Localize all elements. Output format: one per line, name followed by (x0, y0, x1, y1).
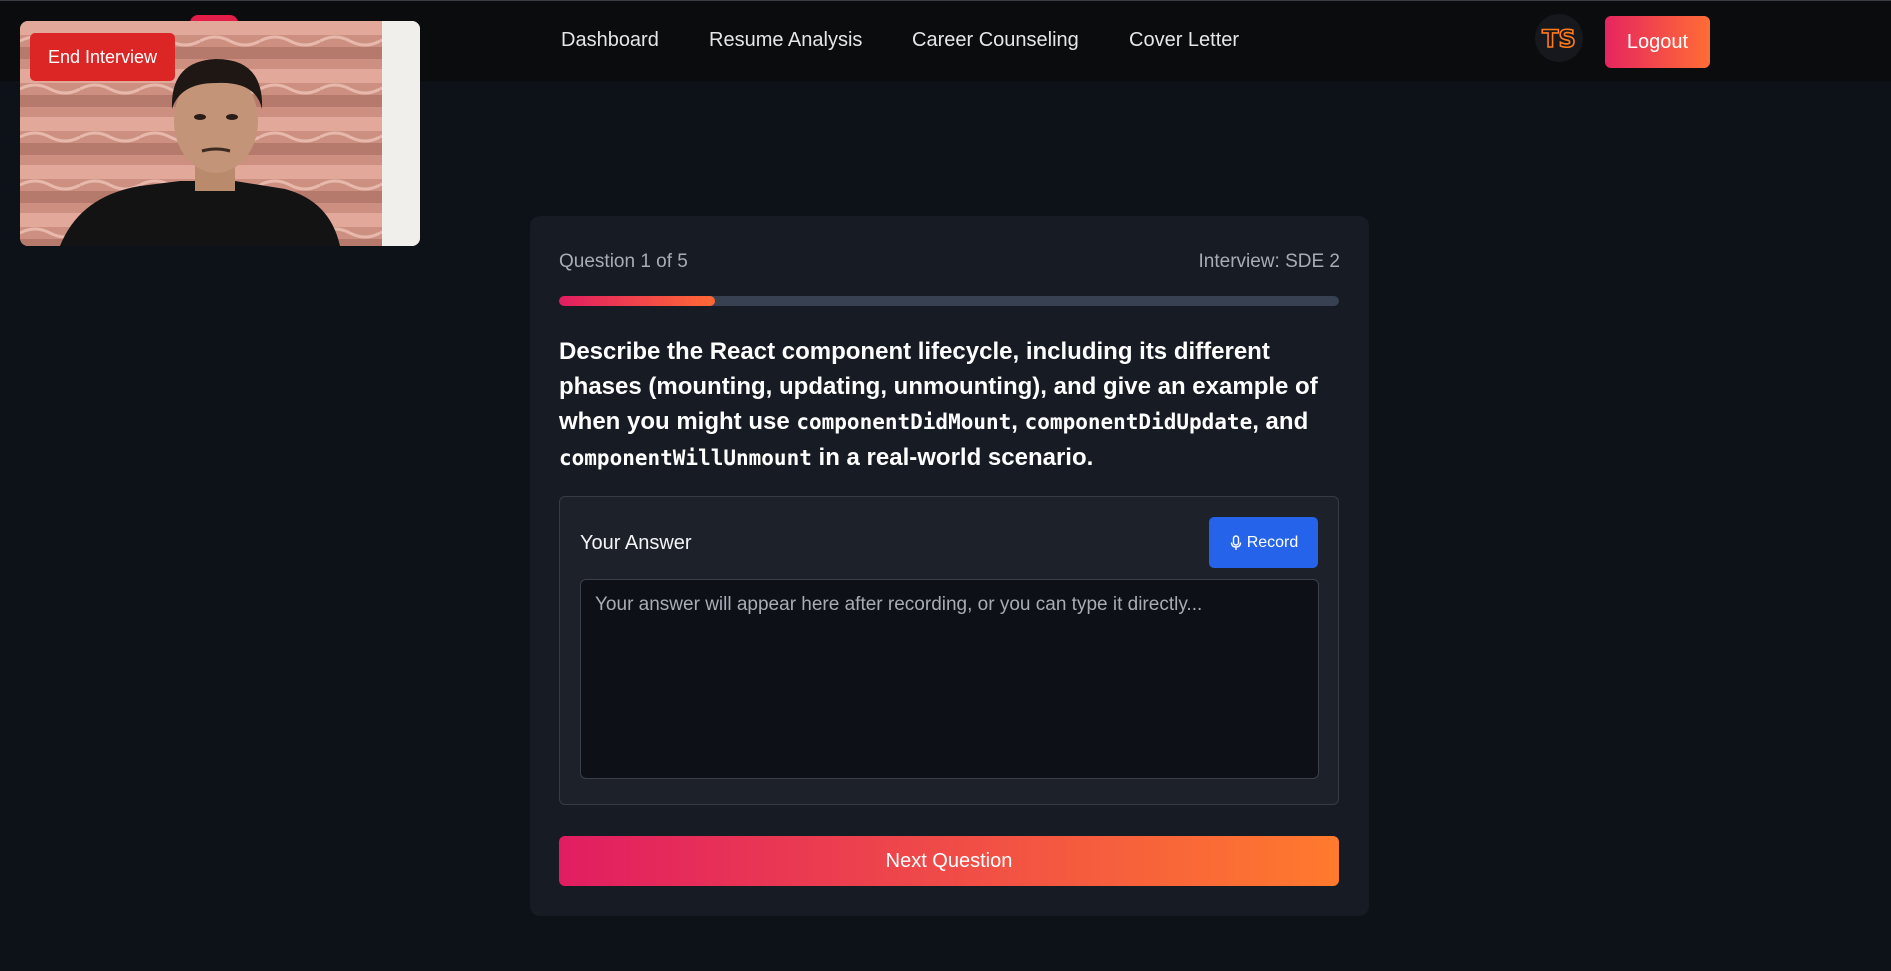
microphone-icon (1230, 534, 1241, 550)
nav-cover-letter[interactable]: Cover Letter (1129, 29, 1239, 52)
user-avatar[interactable]: TS (1535, 14, 1583, 62)
logout-button[interactable]: Logout (1605, 16, 1710, 68)
progress-bar (559, 296, 1339, 306)
svg-text:TS: TS (1542, 25, 1576, 53)
nav-dashboard[interactable]: Dashboard (561, 29, 659, 52)
code-component-will-unmount: componentWillUnmount (559, 446, 812, 470)
nav-career-counseling[interactable]: Career Counseling (912, 29, 1079, 52)
question-text-part: , and (1252, 408, 1309, 435)
interview-card: Question 1 of 5 Interview: SDE 2 Describ… (530, 216, 1369, 916)
progress-bar-fill (559, 296, 715, 306)
question-counter: Question 1 of 5 (559, 251, 688, 272)
record-button[interactable]: Record (1209, 517, 1318, 568)
answer-textarea[interactable] (580, 579, 1319, 779)
avatar-monogram-icon: TS (1541, 24, 1576, 54)
question-text: Describe the React component lifecycle, … (559, 334, 1349, 476)
code-component-did-mount: componentDidMount (796, 410, 1012, 434)
code-component-did-update: componentDidUpdate (1024, 410, 1253, 434)
question-text-part: in a real-world scenario. (811, 444, 1094, 471)
question-text-part: , (1011, 408, 1025, 435)
webcam-preview: End Interview (20, 21, 420, 246)
nav-resume-analysis[interactable]: Resume Analysis (709, 29, 862, 52)
answer-panel: Your Answer Record (559, 496, 1339, 805)
end-interview-button[interactable]: End Interview (30, 33, 175, 81)
record-label: Record (1246, 533, 1299, 551)
interview-title: Interview: SDE 2 (1198, 251, 1341, 272)
next-question-button[interactable]: Next Question (559, 836, 1339, 886)
answer-label: Your Answer (580, 532, 692, 554)
